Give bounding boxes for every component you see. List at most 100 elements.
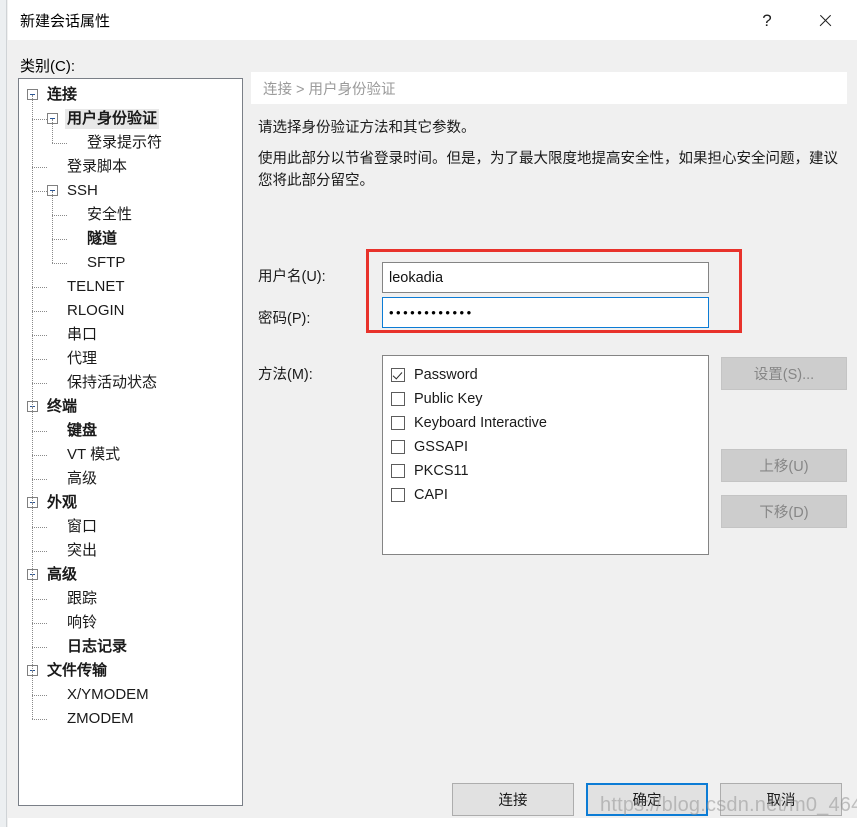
tree-item-3[interactable]: 登录脚本: [19, 155, 242, 179]
tree-rail-line: [32, 671, 33, 719]
tree-item-label: 隧道: [87, 230, 118, 247]
method-move-down-button[interactable]: 下移(D): [721, 495, 847, 528]
tree-item-12[interactable]: 保持活动状态: [19, 371, 242, 395]
tree-connector-line: [52, 143, 67, 144]
tree-item-26[interactable]: ZMODEM: [19, 707, 242, 731]
tree-item-label: 文件传输: [47, 662, 108, 679]
tree-connector-line: [32, 599, 47, 600]
tree-item-label: 响铃: [67, 614, 98, 631]
close-button[interactable]: [802, 0, 848, 40]
category-tree[interactable]: 连接 用户身份验证 登录提示符 登录脚本 SSH 安全性 隧道 SFTP TELNET RLOGI…: [18, 78, 243, 806]
tree-item-label: 串口: [67, 326, 98, 343]
tree-item-17[interactable]: 外观: [19, 491, 242, 515]
question-mark-icon: ?: [762, 10, 772, 30]
breadcrumb: 连接 > 用户身份验证: [251, 72, 847, 104]
tree-item-label: 键盘: [67, 422, 98, 439]
username-input[interactable]: [382, 262, 709, 293]
password-input[interactable]: ••••••••••••: [382, 297, 709, 328]
tree-rail-line: [52, 119, 53, 143]
tree-item-label: X/YMODEM: [67, 686, 149, 703]
tree-item-label: 窗口: [67, 518, 98, 535]
tree-item-label: TELNET: [67, 278, 125, 295]
tree-connector-line: [32, 431, 47, 432]
auth-method-item-5[interactable]: CAPI: [391, 483, 708, 507]
window-title: 新建会话属性: [20, 13, 111, 30]
tree-connector-line: [32, 191, 47, 192]
tree-item-label: 高级: [67, 470, 98, 487]
tree-item-15[interactable]: VT 模式: [19, 443, 242, 467]
tree-item-10[interactable]: 串口: [19, 323, 242, 347]
checkbox-unchecked-icon[interactable]: [391, 416, 405, 430]
tree-rail-line: [32, 503, 33, 551]
tree-connector-line: [52, 239, 67, 240]
tree-connector-line: [32, 623, 47, 624]
auth-method-item-3[interactable]: GSSAPI: [391, 435, 708, 459]
checkbox-unchecked-icon[interactable]: [391, 440, 405, 454]
ok-button[interactable]: 确定: [586, 783, 708, 816]
tree-item-23[interactable]: 日志记录: [19, 635, 242, 659]
tree-item-9[interactable]: RLOGIN: [19, 299, 242, 323]
description-line-2: 使用此部分以节省登录时间。但是，为了最大限度地提高安全性，如果担心安全问题，建议…: [258, 151, 838, 189]
tree-item-label: SFTP: [87, 254, 126, 271]
tree-connector-line: [32, 167, 47, 168]
tree-item-24[interactable]: 文件传输: [19, 659, 242, 683]
tree-item-label: 登录脚本: [67, 158, 128, 175]
tree-connector-line: [32, 119, 47, 120]
auth-method-item-4[interactable]: PKCS11: [391, 459, 708, 483]
tree-item-20[interactable]: 高级: [19, 563, 242, 587]
settings-panel: 连接 > 用户身份验证 请选择身份验证方法和其它参数。 使用此部分以节省登录时间…: [251, 72, 847, 772]
checkbox-unchecked-icon[interactable]: [391, 464, 405, 478]
tree-connector-line: [32, 479, 47, 480]
method-move-up-button[interactable]: 上移(U): [721, 449, 847, 482]
auth-method-item-0[interactable]: Password: [391, 363, 708, 387]
tree-item-8[interactable]: TELNET: [19, 275, 242, 299]
tree-item-11[interactable]: 代理: [19, 347, 242, 371]
tree-connector-line: [32, 287, 47, 288]
checkbox-unchecked-icon[interactable]: [391, 488, 405, 502]
methods-label: 方法(M):: [258, 367, 313, 383]
tree-item-label: ZMODEM: [67, 710, 134, 727]
tree-item-label: 保持活动状态: [67, 374, 158, 391]
cancel-button[interactable]: 取消: [720, 783, 842, 816]
tree-connector-line: [32, 647, 47, 648]
tree-item-16[interactable]: 高级: [19, 467, 242, 491]
tree-item-19[interactable]: 突出: [19, 539, 242, 563]
title-bar: 新建会话属性 ?: [8, 0, 857, 40]
category-label: 类别(C):: [20, 58, 75, 75]
tree-rail-line: [32, 575, 33, 647]
tree-rail-line: [32, 95, 33, 383]
password-label: 密码(P):: [258, 311, 311, 327]
background-window-sliver: [0, 0, 7, 827]
window-bottom-edge: [8, 818, 857, 827]
tree-item-25[interactable]: X/YMODEM: [19, 683, 242, 707]
method-settings-button[interactable]: 设置(S)...: [721, 357, 847, 390]
auth-method-item-2[interactable]: Keyboard Interactive: [391, 411, 708, 435]
connect-button[interactable]: 连接: [452, 783, 574, 816]
tree-connector-line: [32, 527, 47, 528]
tree-item-18[interactable]: 窗口: [19, 515, 242, 539]
checkbox-checked-icon[interactable]: [391, 368, 405, 382]
tree-connector-line: [32, 719, 47, 720]
auth-methods-list[interactable]: Password Public Key Keyboard Interactive GS…: [382, 355, 709, 555]
tree-item-label: 外观: [47, 494, 78, 511]
tree-connector-line: [32, 335, 47, 336]
tree-item-label: 用户身份验证: [65, 109, 160, 129]
auth-method-label: CAPI: [414, 486, 448, 503]
tree-item-22[interactable]: 响铃: [19, 611, 242, 635]
tree-item-label: 突出: [67, 542, 98, 559]
tree-item-label: 终端: [47, 398, 78, 415]
tree-connector-line: [32, 551, 47, 552]
help-button[interactable]: ?: [744, 0, 790, 40]
tree-rail-line: [52, 191, 53, 263]
tree-item-13[interactable]: 终端: [19, 395, 242, 419]
tree-item-label: 代理: [67, 350, 98, 367]
tree-item-14[interactable]: 键盘: [19, 419, 242, 443]
checkbox-unchecked-icon[interactable]: [391, 392, 405, 406]
tree-item-label: 安全性: [87, 206, 133, 223]
auth-method-item-1[interactable]: Public Key: [391, 387, 708, 411]
auth-method-label: Public Key: [414, 390, 483, 407]
auth-method-label: PKCS11: [414, 462, 469, 479]
tree-item-0[interactable]: 连接: [19, 83, 242, 107]
tree-item-21[interactable]: 跟踪: [19, 587, 242, 611]
tree-item-label: 高级: [47, 566, 78, 583]
